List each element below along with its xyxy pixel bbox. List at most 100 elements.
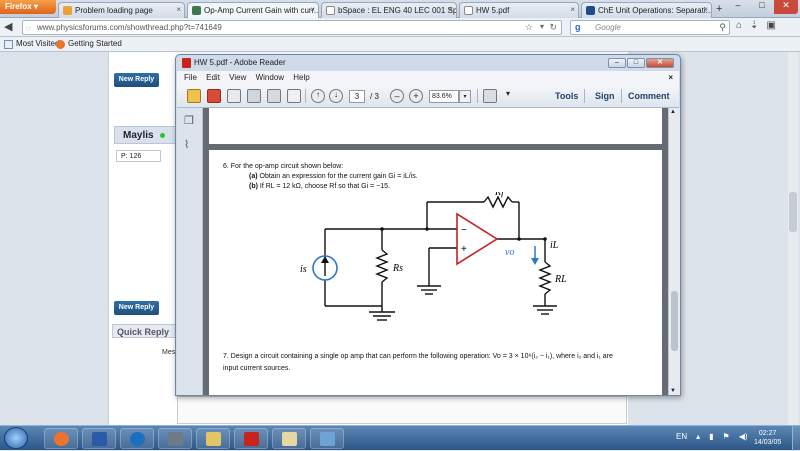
document-view[interactable]: 6. For the op-amp circuit shown below: (… bbox=[203, 108, 668, 395]
url-bar[interactable]: ◌ www.physicsforums.com/showthread.php?t… bbox=[22, 20, 562, 35]
edit-icon[interactable] bbox=[227, 89, 241, 103]
previous-page-icon[interactable]: ↑ bbox=[311, 89, 325, 103]
page-scrollbar[interactable] bbox=[788, 52, 798, 425]
google-search-icon[interactable]: g bbox=[575, 22, 581, 32]
pdf-page-previous bbox=[209, 108, 662, 144]
show-desktop-button[interactable] bbox=[792, 426, 800, 451]
menu-file[interactable]: File bbox=[184, 73, 197, 82]
home-icon[interactable]: ⌂ bbox=[736, 20, 742, 31]
toolbar-more-icon[interactable]: ▾ bbox=[501, 89, 515, 103]
problem-7-line-2: input current sources. bbox=[223, 365, 291, 372]
zoom-dropdown-icon[interactable]: ▾ bbox=[459, 90, 471, 103]
close-icon[interactable]: ✕ bbox=[774, 0, 798, 14]
close-tab-icon[interactable]: × bbox=[703, 5, 708, 14]
taskbar-app-2[interactable] bbox=[310, 428, 344, 449]
maximize-icon[interactable]: □ bbox=[627, 58, 645, 68]
tab-op-amp-thread[interactable]: Op-Amp Current Gain with curr... × bbox=[187, 2, 319, 18]
tab-problem-loading[interactable]: Problem loading page × bbox=[58, 2, 185, 18]
page-number-input[interactable]: 3 bbox=[349, 90, 365, 103]
adobe-reader-icon bbox=[182, 58, 191, 68]
minimize-icon[interactable]: – bbox=[726, 0, 750, 14]
print-icon[interactable] bbox=[267, 89, 281, 103]
taskbar-firefox[interactable] bbox=[44, 428, 78, 449]
new-reply-button-top[interactable]: New Reply bbox=[114, 73, 159, 87]
bookmark-most-visited[interactable]: Most Visited bbox=[4, 39, 60, 49]
network-icon[interactable]: ▮ bbox=[709, 432, 713, 441]
email-icon[interactable] bbox=[287, 89, 301, 103]
search-input[interactable]: g Google ⚲ bbox=[570, 20, 730, 35]
new-tab-button[interactable]: + bbox=[716, 3, 722, 15]
label-rf: Rf bbox=[494, 192, 505, 198]
minimize-icon[interactable]: – bbox=[608, 58, 626, 68]
post-author[interactable]: Maylis bbox=[114, 126, 180, 144]
part-a-text: Obtain an expression for the current gai… bbox=[259, 173, 418, 180]
sign-pane-button[interactable]: Sign bbox=[595, 91, 615, 101]
maximize-icon[interactable]: □ bbox=[750, 0, 774, 14]
new-reply-button-bottom[interactable]: New Reply bbox=[114, 301, 159, 315]
close-tab-icon[interactable]: × bbox=[570, 5, 575, 14]
pdf-convert-icon[interactable] bbox=[207, 89, 221, 103]
tray-expand-icon[interactable]: ▴ bbox=[696, 432, 700, 441]
menu-view[interactable]: View bbox=[229, 73, 246, 82]
save-icon[interactable] bbox=[247, 89, 261, 103]
firefox-icon bbox=[56, 40, 65, 49]
op-amp-circuit-diagram: Rf is Rs vo iL RL − + bbox=[300, 192, 567, 321]
reply-textarea[interactable] bbox=[177, 396, 627, 424]
reader-title: HW 5.pdf - Adobe Reader bbox=[194, 58, 286, 67]
post-count: P: 126 bbox=[116, 150, 161, 162]
taskbar-adobe-reader[interactable] bbox=[234, 428, 268, 449]
next-page-icon[interactable]: ↓ bbox=[329, 89, 343, 103]
addon-icon[interactable]: ▣ bbox=[766, 20, 775, 31]
back-button[interactable]: ◀ bbox=[4, 20, 20, 35]
magnifier-icon[interactable]: ⚲ bbox=[719, 22, 726, 33]
window-controls: – □ ✕ bbox=[726, 0, 798, 14]
bookmark-label: Most Visited bbox=[16, 39, 60, 48]
reload-icon[interactable]: ↻ bbox=[549, 22, 557, 33]
taskbar-app[interactable] bbox=[158, 428, 192, 449]
bookmark-star-icon[interactable]: ☆ bbox=[525, 22, 533, 33]
taskbar-paint[interactable] bbox=[272, 428, 306, 449]
history-dropdown-icon[interactable]: ▾ bbox=[540, 22, 544, 31]
flag-icon[interactable]: ⚑ bbox=[723, 432, 730, 441]
firefox-menu-button[interactable]: Firefox ▾ bbox=[0, 0, 56, 14]
downloads-icon[interactable]: ⇣ bbox=[750, 20, 758, 31]
scroll-thumb[interactable] bbox=[789, 192, 797, 232]
create-pdf-icon[interactable] bbox=[187, 89, 201, 103]
scroll-down-icon[interactable]: ▼ bbox=[670, 388, 676, 394]
scroll-thumb[interactable] bbox=[671, 291, 678, 351]
close-tab-icon[interactable]: × bbox=[310, 5, 315, 14]
zoom-level-input[interactable]: 83.6% bbox=[429, 90, 459, 103]
document-scrollbar[interactable]: ▲ ▼ bbox=[668, 108, 680, 395]
zoom-out-icon[interactable]: – bbox=[390, 89, 404, 103]
scroll-up-icon[interactable]: ▲ bbox=[670, 109, 676, 115]
firefox-menu-label: Firefox bbox=[5, 2, 32, 11]
tools-pane-button[interactable]: Tools bbox=[555, 91, 578, 101]
read-mode-icon[interactable] bbox=[483, 89, 497, 103]
tab-hw5-pdf[interactable]: HW 5.pdf × bbox=[459, 2, 579, 18]
close-tab-icon[interactable]: × bbox=[448, 5, 453, 14]
menu-edit[interactable]: Edit bbox=[206, 73, 220, 82]
taskbar-hp[interactable] bbox=[120, 428, 154, 449]
tab-bspace[interactable]: bSpace : EL ENG 40 LEC 001 Sp1... × bbox=[321, 2, 457, 18]
menu-window[interactable]: Window bbox=[256, 73, 284, 82]
start-button[interactable] bbox=[4, 427, 28, 449]
language-indicator[interactable]: EN bbox=[676, 432, 687, 441]
zoom-in-icon[interactable]: + bbox=[409, 89, 423, 103]
comment-pane-button[interactable]: Comment bbox=[628, 91, 670, 101]
page-thumbnails-icon[interactable]: ❐ bbox=[184, 114, 196, 128]
bookmark-getting-started[interactable]: Getting Started bbox=[56, 39, 122, 49]
close-icon[interactable]: ✕ bbox=[646, 58, 674, 68]
clock[interactable]: 02:27 14/03/05 bbox=[754, 429, 781, 447]
url-text: www.physicsforums.com/showthread.php?t=7… bbox=[37, 23, 222, 32]
folder-icon bbox=[206, 432, 221, 446]
op-amp-triangle bbox=[456, 212, 499, 266]
taskbar-word[interactable] bbox=[82, 428, 116, 449]
close-tab-icon[interactable]: × bbox=[176, 5, 181, 14]
volume-icon[interactable]: ◀) bbox=[739, 432, 748, 441]
attachments-icon[interactable]: ⌇ bbox=[184, 138, 196, 152]
tab-che-unit-ops[interactable]: ChE Unit Operations: Separati... × bbox=[581, 2, 712, 18]
menu-help[interactable]: Help bbox=[293, 73, 309, 82]
problem-6a: (a) Obtain an expression for the current… bbox=[249, 172, 418, 182]
taskbar-explorer[interactable] bbox=[196, 428, 230, 449]
close-document-icon[interactable]: × bbox=[668, 73, 673, 82]
